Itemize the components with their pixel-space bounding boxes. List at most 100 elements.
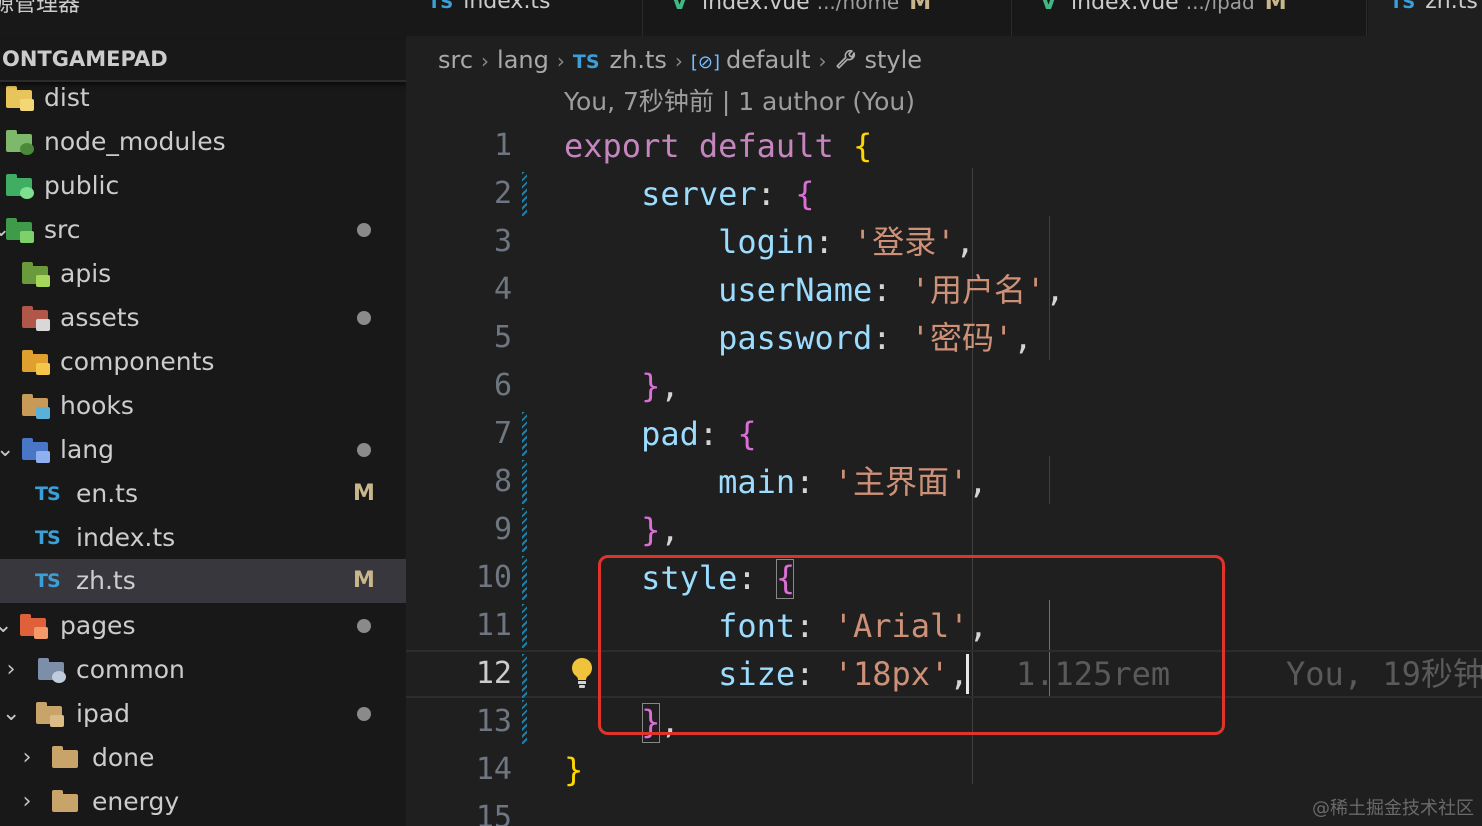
line-number: 2	[493, 176, 512, 211]
tree-item-dist[interactable]: dist	[0, 76, 406, 120]
common-folder-icon	[38, 658, 66, 683]
tree-item-node-modules[interactable]: node_modules	[0, 120, 406, 164]
ipad-folder-icon	[36, 702, 64, 727]
line-number: 5	[493, 320, 512, 355]
pages-folder-icon	[20, 614, 48, 639]
chevron-right-icon: ›	[818, 49, 827, 73]
tab-label: index.vue	[702, 0, 810, 15]
tree-item-label: node_modules	[44, 127, 226, 156]
tree-item-label: assets	[60, 303, 140, 332]
git-blame-codelens[interactable]: You, 7秒钟前 | 1 author (You)	[564, 84, 915, 120]
modified-indicator: M	[909, 0, 932, 15]
tab-path: .../home	[816, 0, 900, 14]
tab-index-vue-home[interactable]: Vindex.vue .../home M	[643, 0, 1012, 36]
line-content: main: '主界面',	[718, 463, 988, 501]
tab-index-vue-ipad[interactable]: Vindex.vue .../ipad M	[1012, 0, 1367, 36]
breadcrumb-item-style[interactable]: style	[864, 46, 922, 74]
typescript-file-icon: TS	[572, 51, 600, 73]
tree-item-label: energy	[92, 787, 180, 816]
variable-symbol-icon: [⊘]	[690, 52, 721, 73]
tree-item-lang[interactable]: ⌄ lang	[0, 428, 406, 472]
modified-dot	[357, 223, 371, 237]
tree-item-label: done	[92, 743, 155, 772]
vue-file-icon: V	[1040, 0, 1058, 15]
line-content: }	[564, 751, 584, 789]
tree-item-label: index.ts	[76, 523, 176, 552]
components-folder-icon	[22, 350, 50, 375]
modified-dot	[357, 707, 371, 721]
tree-item-label: en.ts	[76, 479, 138, 508]
code-line-4: 4 userName: '用户名',	[406, 266, 1482, 314]
tree-item-assets[interactable]: assets	[0, 296, 406, 340]
chevron-right-icon: ›	[481, 49, 490, 73]
line-number: 15	[475, 800, 512, 826]
modified-indicator: M	[353, 481, 375, 506]
git-change-marker	[522, 604, 527, 648]
breadcrumb-item-default[interactable]: default	[726, 46, 810, 74]
git-change-marker	[522, 700, 527, 744]
editor-tabs: TS index.ts Vindex.vue .../home M Vindex.v…	[406, 0, 1482, 36]
line-number: 10	[475, 560, 512, 595]
tab-label: index.vue	[1071, 0, 1179, 15]
line-number: 9	[493, 512, 512, 547]
vue-file-icon: V	[671, 0, 689, 15]
tree-item-label: components	[60, 347, 215, 376]
inline-git-blame: You, 19秒钟前	[1286, 655, 1482, 693]
tree-item-src[interactable]: ⌄ src	[0, 208, 406, 252]
breadcrumb-item-lang[interactable]: lang	[497, 46, 549, 74]
tree-item-pages[interactable]: ⌄ pages	[0, 604, 406, 648]
modified-dot	[357, 311, 371, 325]
tree-item-zh-ts[interactable]: TS zh.ts M	[0, 559, 406, 603]
typescript-file-icon: TS	[428, 0, 454, 13]
tab-zh-ts[interactable]: TS zh.ts	[1368, 0, 1482, 36]
chevron-right-icon: ›	[22, 745, 32, 770]
modified-dot	[357, 619, 371, 633]
tree-item-label: dist	[44, 83, 90, 112]
folder-icon	[52, 790, 78, 812]
code-line-5: 5 password: '密码',	[406, 314, 1482, 362]
line-number: 4	[493, 272, 512, 307]
line-content: login: '登录',	[718, 223, 975, 261]
modified-indicator: M	[1264, 0, 1287, 15]
tree-item-label: public	[44, 171, 120, 200]
tree-item-en-ts[interactable]: TS en.ts M	[0, 472, 406, 516]
chevron-down-icon: ⌄	[0, 613, 13, 638]
tree-item-ipad[interactable]: ⌄ ipad	[0, 692, 406, 736]
tree-item-public[interactable]: public	[0, 164, 406, 208]
line-content: server: {	[641, 175, 815, 213]
line-number: 7	[493, 416, 512, 451]
tree-item-components[interactable]: components	[0, 340, 406, 384]
tab-index-ts[interactable]: TS index.ts	[406, 0, 643, 36]
apis-folder-icon	[22, 262, 50, 287]
tree-item-apis[interactable]: apis	[0, 252, 406, 296]
tree-item-energy[interactable]: › energy	[0, 780, 406, 824]
lang-folder-icon	[22, 438, 50, 463]
git-change-marker	[522, 460, 527, 504]
line-number: 1	[493, 128, 512, 163]
line-number: 6	[493, 368, 512, 403]
watermark: @稀土掘金技术社区	[1312, 798, 1474, 819]
node-modules-folder-icon	[6, 130, 34, 155]
tree-item-common[interactable]: › common	[0, 648, 406, 692]
src-folder-icon	[6, 218, 34, 243]
more-actions-button[interactable]: ···	[344, 0, 371, 14]
typescript-file-icon: TS	[35, 527, 61, 549]
tree-item-label: src	[44, 215, 81, 244]
project-section-header[interactable]: ONTGAMEPAD	[0, 40, 406, 82]
property-wrench-icon	[834, 46, 858, 74]
chevron-right-icon: ›	[6, 657, 16, 682]
tree-item-index-ts[interactable]: TS index.ts	[0, 516, 406, 560]
breadcrumb-item-file[interactable]: zh.ts	[610, 46, 667, 74]
line-number: 13	[475, 704, 512, 739]
code-line-14: 14 }	[406, 746, 1482, 794]
line-content: pad: {	[641, 415, 757, 453]
code-line-3: 3 login: '登录',	[406, 218, 1482, 266]
tab-path: .../ipad	[1185, 0, 1255, 14]
tree-item-hooks[interactable]: hooks	[0, 384, 406, 428]
tree-item-done[interactable]: › done	[0, 736, 406, 780]
line-number: 14	[475, 752, 512, 787]
breadcrumb-item-src[interactable]: src	[438, 46, 473, 74]
code-line-2: 2 server: {	[406, 170, 1482, 218]
explorer-header: 源管理器 ···	[0, 0, 406, 20]
explorer-sidebar: 源管理器 ··· ONTGAMEPAD dist node_modules pu…	[0, 0, 406, 826]
